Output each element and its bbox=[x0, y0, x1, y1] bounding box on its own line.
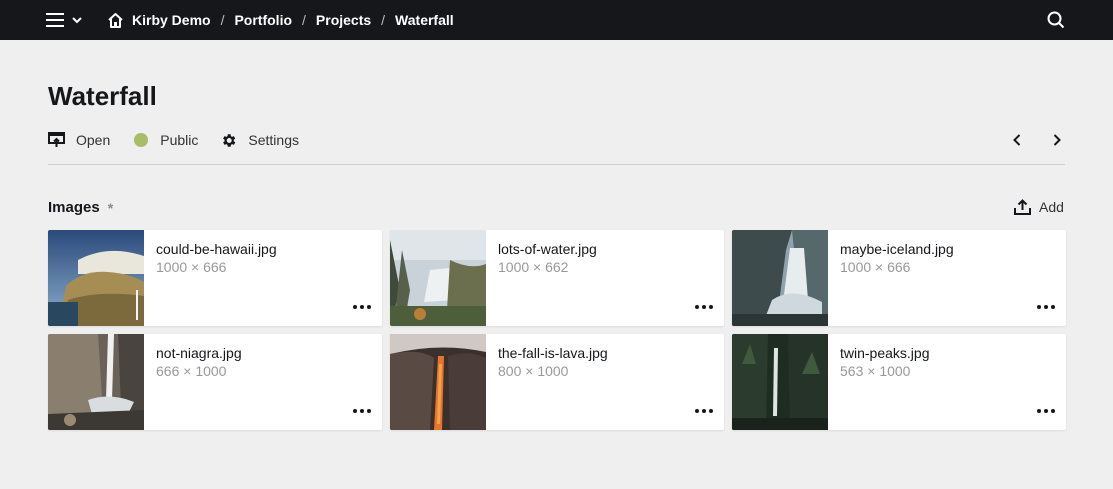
file-item[interactable]: lots-of-water.jpg 1000 × 662 bbox=[390, 230, 724, 326]
chevron-down-icon bbox=[72, 16, 82, 23]
breadcrumb-separator: / bbox=[302, 12, 306, 28]
section-header: Images * bbox=[48, 199, 113, 216]
topbar: Kirby Demo / Portfolio / Projects / Wate… bbox=[0, 0, 1113, 40]
options-button[interactable] bbox=[1036, 300, 1056, 314]
previous-page-button[interactable] bbox=[1007, 130, 1027, 150]
breadcrumb-separator: / bbox=[381, 12, 386, 28]
header-divider bbox=[48, 164, 1065, 165]
options-button[interactable] bbox=[694, 404, 714, 418]
file-item[interactable]: maybe-iceland.jpg 1000 × 666 bbox=[732, 230, 1066, 326]
open-button[interactable]: Open bbox=[48, 132, 110, 148]
file-thumbnail bbox=[48, 334, 144, 430]
file-thumbnail bbox=[390, 334, 486, 430]
file-name: maybe-iceland.jpg bbox=[840, 241, 954, 257]
breadcrumb-label: Kirby Demo bbox=[132, 12, 211, 28]
options-button[interactable] bbox=[694, 300, 714, 314]
options-button[interactable] bbox=[1036, 404, 1056, 418]
file-item[interactable]: twin-peaks.jpg 563 × 1000 bbox=[732, 334, 1066, 430]
file-dimensions: 1000 × 666 bbox=[840, 259, 911, 275]
chevron-left-icon bbox=[1013, 134, 1021, 146]
file-item[interactable]: could-be-hawaii.jpg 1000 × 666 bbox=[48, 230, 382, 326]
file-dimensions: 1000 × 662 bbox=[498, 259, 569, 275]
breadcrumb: Kirby Demo / Portfolio / Projects / Wate… bbox=[107, 0, 454, 40]
search-icon bbox=[1047, 11, 1065, 29]
page-title: Waterfall bbox=[48, 81, 157, 111]
open-icon bbox=[48, 132, 65, 147]
settings-button[interactable]: Settings bbox=[220, 132, 299, 149]
search-button[interactable] bbox=[1047, 11, 1065, 29]
options-button[interactable] bbox=[352, 404, 372, 418]
chevron-right-icon bbox=[1053, 134, 1061, 146]
files-list: could-be-hawaii.jpg 1000 × 666 lots-of-w… bbox=[48, 230, 1066, 430]
menu-button[interactable] bbox=[46, 11, 82, 29]
file-name: lots-of-water.jpg bbox=[498, 241, 597, 257]
status-dot-icon bbox=[134, 133, 149, 147]
file-thumbnail bbox=[732, 230, 828, 326]
add-button[interactable]: Add bbox=[1014, 199, 1064, 215]
upload-icon bbox=[1014, 199, 1031, 215]
breadcrumb-item-waterfall[interactable]: Waterfall bbox=[395, 12, 454, 28]
file-dimensions: 666 × 1000 bbox=[156, 363, 227, 379]
gear-icon bbox=[223, 133, 236, 147]
file-thumbnail bbox=[732, 334, 828, 430]
page-actions: Open Public Settings bbox=[48, 129, 299, 151]
file-dimensions: 563 × 1000 bbox=[840, 363, 911, 379]
file-item[interactable]: the-fall-is-lava.jpg 800 × 1000 bbox=[390, 334, 724, 430]
open-label: Open bbox=[76, 132, 111, 148]
file-name: the-fall-is-lava.jpg bbox=[498, 345, 608, 361]
file-name: not-niagra.jpg bbox=[156, 345, 242, 361]
status-button[interactable]: Public bbox=[134, 132, 198, 148]
file-name: could-be-hawaii.jpg bbox=[156, 241, 277, 257]
file-item[interactable]: not-niagra.jpg 666 × 1000 bbox=[48, 334, 382, 430]
breadcrumb-item-site[interactable]: Kirby Demo bbox=[107, 12, 211, 29]
settings-label: Settings bbox=[248, 132, 299, 148]
file-thumbnail bbox=[390, 230, 486, 326]
section-title: Images bbox=[48, 199, 100, 216]
breadcrumb-item-projects[interactable]: Projects bbox=[316, 12, 371, 28]
breadcrumb-item-portfolio[interactable]: Portfolio bbox=[234, 12, 292, 28]
file-name: twin-peaks.jpg bbox=[840, 345, 930, 361]
add-label: Add bbox=[1039, 199, 1064, 215]
required-marker: * bbox=[107, 199, 114, 216]
breadcrumb-separator: / bbox=[220, 12, 225, 28]
next-page-button[interactable] bbox=[1047, 130, 1067, 150]
hamburger-icon bbox=[46, 13, 64, 27]
options-button[interactable] bbox=[352, 300, 372, 314]
home-icon bbox=[108, 12, 123, 28]
status-label: Public bbox=[160, 132, 199, 148]
file-dimensions: 800 × 1000 bbox=[498, 363, 569, 379]
file-dimensions: 1000 × 666 bbox=[156, 259, 227, 275]
file-thumbnail bbox=[48, 230, 144, 326]
